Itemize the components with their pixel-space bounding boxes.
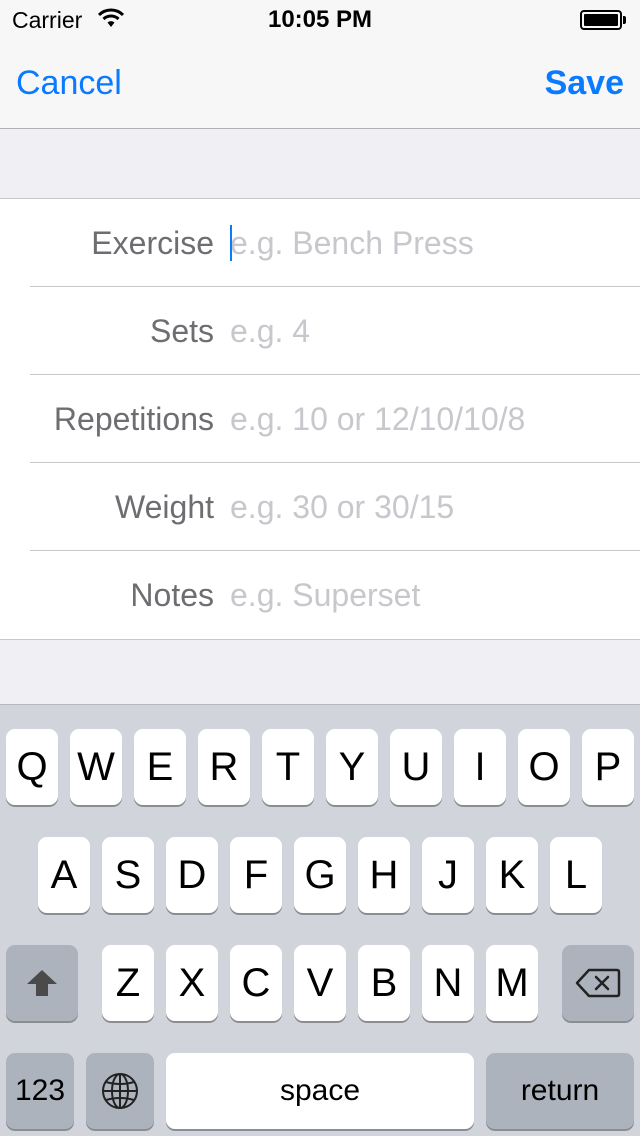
key-p[interactable]: P — [582, 729, 634, 805]
key-h[interactable]: H — [358, 837, 410, 913]
navigation-bar: Carrier 10:05 PM Cancel Save — [0, 0, 640, 129]
key-n[interactable]: N — [422, 945, 474, 1021]
status-time: 10:05 PM — [267, 6, 373, 33]
key-v[interactable]: V — [294, 945, 346, 1021]
key-d[interactable]: D — [166, 837, 218, 913]
key-m[interactable]: M — [486, 945, 538, 1021]
key-q[interactable]: Q — [6, 729, 58, 805]
key-k[interactable]: K — [486, 837, 538, 913]
repetitions-field[interactable] — [230, 397, 620, 441]
globe-icon — [100, 1071, 140, 1111]
exercise-form: Exercise Sets Repetitions Weight Notes — [0, 198, 640, 640]
shift-icon — [25, 968, 59, 998]
key-e[interactable]: E — [134, 729, 186, 805]
exercise-label: Exercise — [91, 225, 214, 261]
repetitions-label: Repetitions — [53, 401, 214, 437]
keyboard: Q W E R T Y U I O P A S D F G H J K L Z … — [0, 704, 640, 1136]
key-s[interactable]: S — [102, 837, 154, 913]
key-j[interactable]: J — [422, 837, 474, 913]
notes-label: Notes — [130, 577, 214, 613]
key-a[interactable]: A — [38, 837, 90, 913]
key-x[interactable]: X — [166, 945, 218, 1021]
text-cursor — [230, 225, 232, 261]
cancel-button[interactable]: Cancel — [16, 64, 122, 103]
battery-icon — [580, 10, 626, 30]
form-row-notes: Notes — [0, 551, 640, 639]
form-row-sets: Sets — [0, 287, 640, 375]
notes-field[interactable] — [230, 573, 620, 617]
key-c[interactable]: C — [230, 945, 282, 1021]
sets-label: Sets — [149, 313, 214, 349]
key-l[interactable]: L — [550, 837, 602, 913]
weight-field[interactable] — [230, 485, 620, 529]
key-z[interactable]: Z — [102, 945, 154, 1021]
form-row-weight: Weight — [0, 463, 640, 551]
form-row-repetitions: Repetitions — [0, 375, 640, 463]
key-r[interactable]: R — [198, 729, 250, 805]
key-y[interactable]: Y — [326, 729, 378, 805]
numbers-key[interactable]: 123 — [6, 1053, 74, 1129]
key-f[interactable]: F — [230, 837, 282, 913]
key-g[interactable]: G — [294, 837, 346, 913]
sets-field[interactable] — [230, 309, 620, 353]
key-u[interactable]: U — [390, 729, 442, 805]
return-key[interactable]: return — [486, 1053, 634, 1129]
key-b[interactable]: B — [358, 945, 410, 1021]
status-bar: Carrier 10:05 PM — [0, 0, 640, 40]
space-key[interactable]: space — [166, 1053, 474, 1129]
key-t[interactable]: T — [262, 729, 314, 805]
key-o[interactable]: O — [518, 729, 570, 805]
shift-key[interactable] — [6, 945, 78, 1021]
delete-key[interactable] — [562, 945, 634, 1021]
key-w[interactable]: W — [70, 729, 122, 805]
globe-key[interactable] — [86, 1053, 154, 1129]
form-row-exercise: Exercise — [0, 199, 640, 287]
save-button[interactable]: Save — [545, 64, 624, 103]
exercise-field[interactable] — [230, 221, 620, 265]
weight-label: Weight — [114, 489, 214, 525]
delete-icon — [575, 968, 621, 998]
key-i[interactable]: I — [454, 729, 506, 805]
